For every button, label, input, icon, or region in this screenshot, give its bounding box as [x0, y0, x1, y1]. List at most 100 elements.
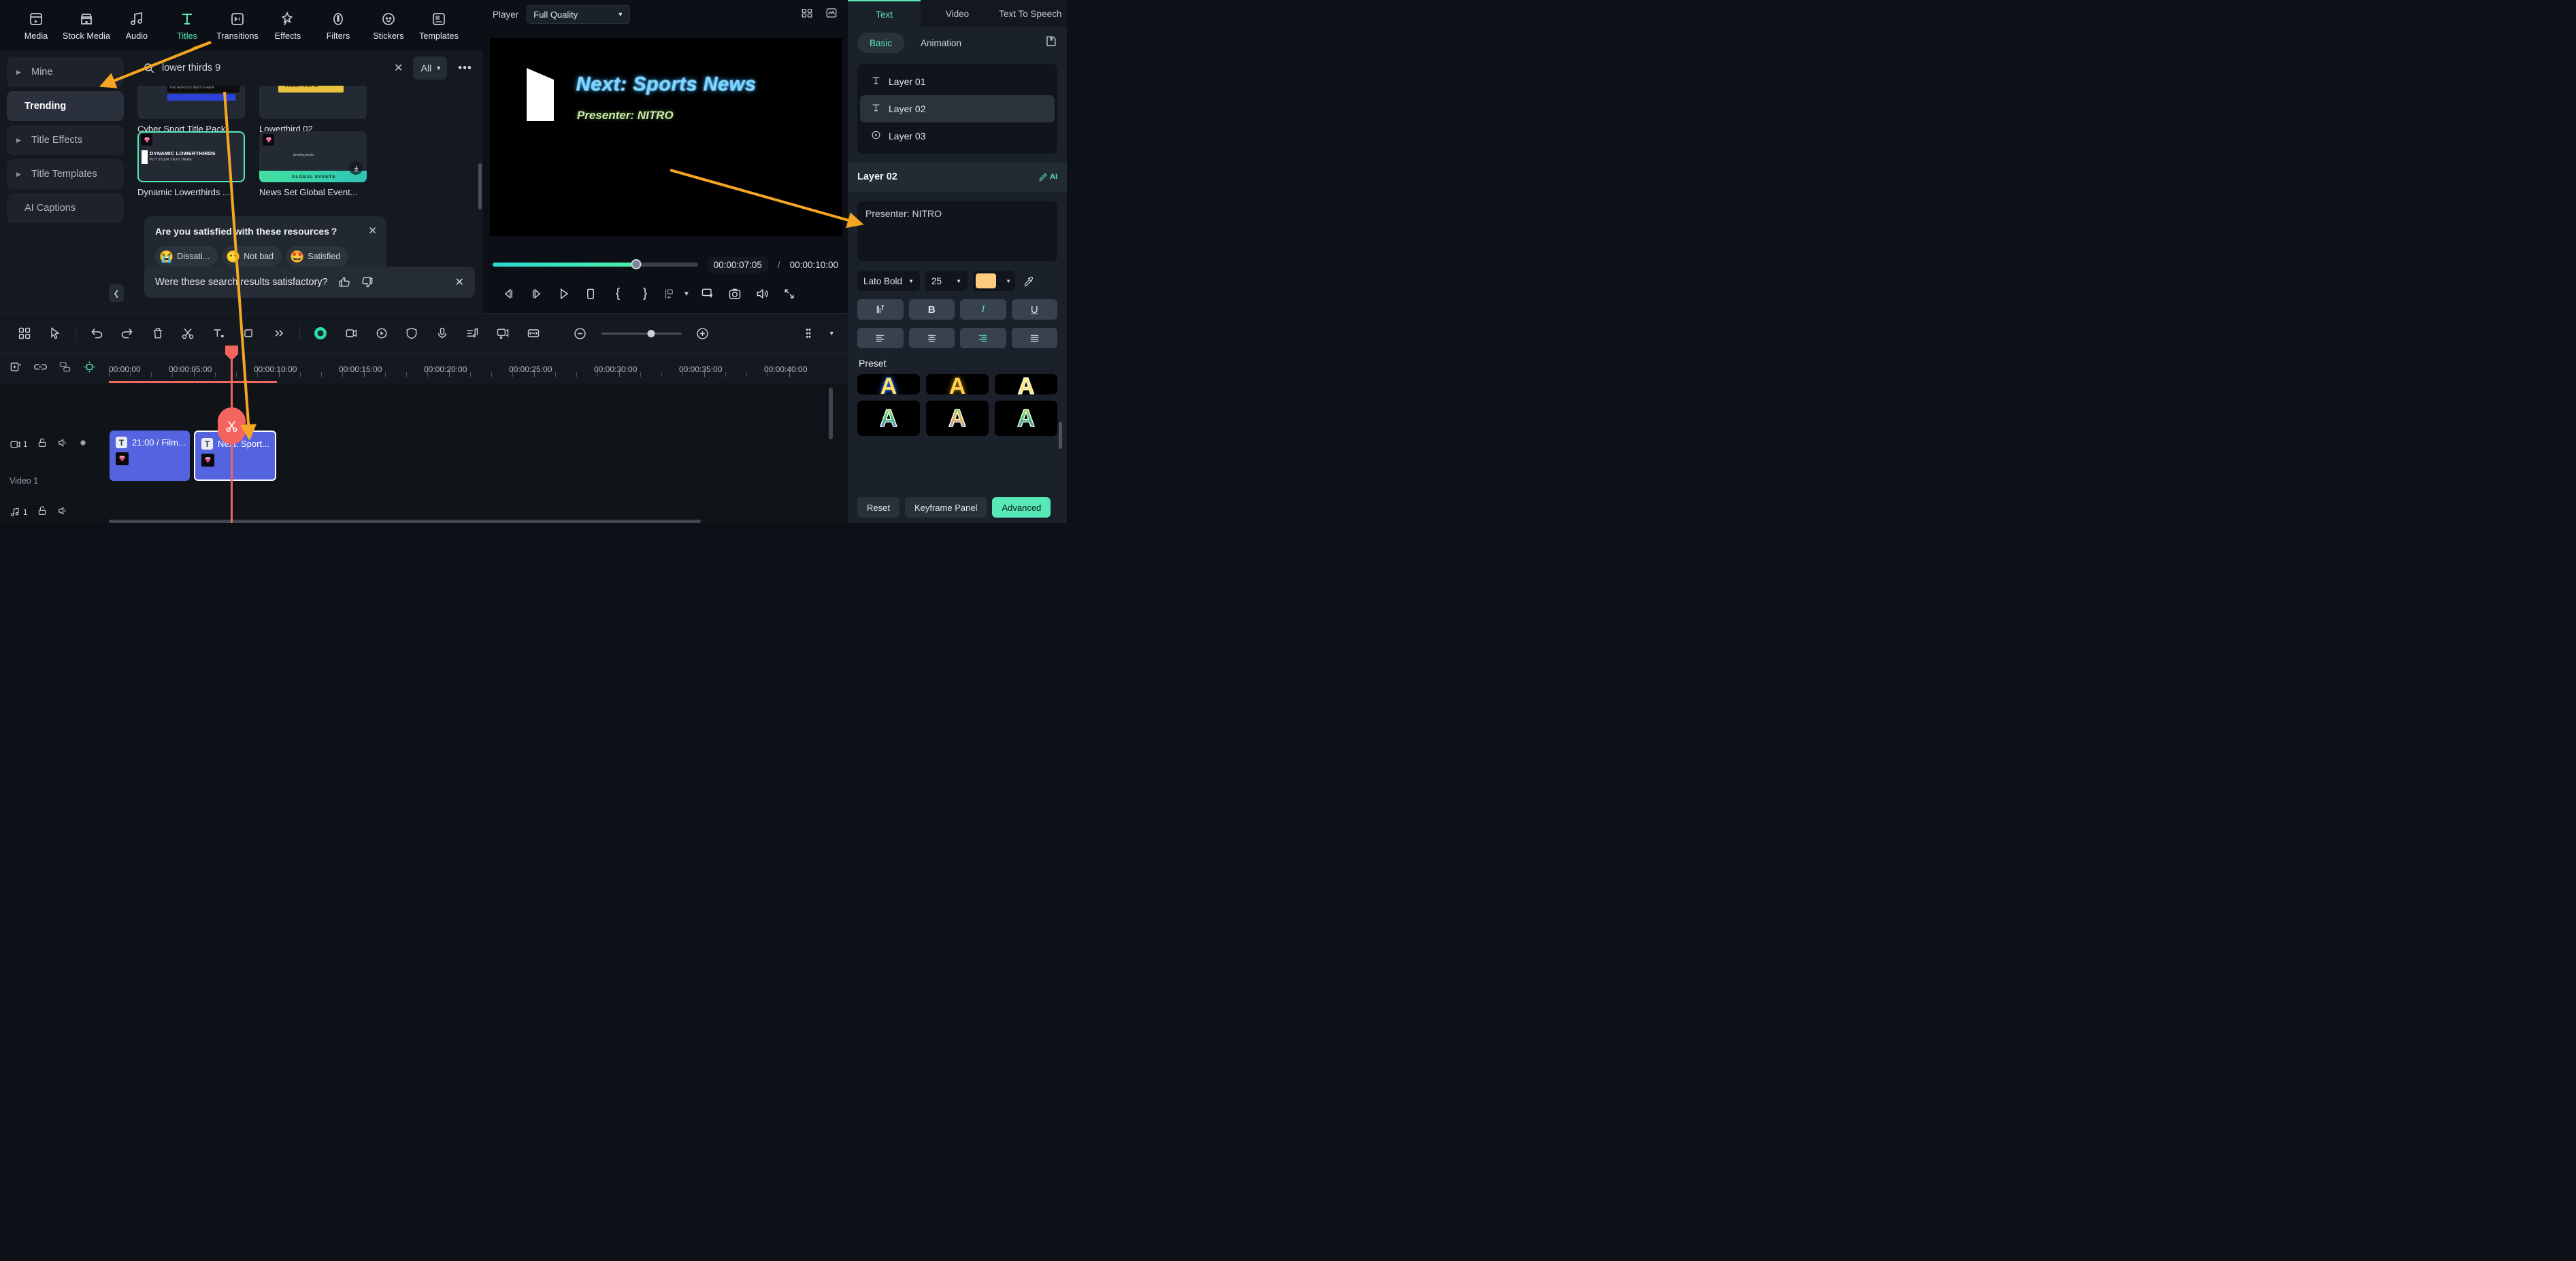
align-right-icon[interactable]	[960, 328, 1006, 348]
keyframe-icon[interactable]	[366, 320, 397, 347]
fullscreen-icon[interactable]	[776, 284, 803, 304]
group-clip-icon[interactable]	[59, 360, 71, 377]
preview-canvas[interactable]: Next: Sports News Presenter: NITRO	[490, 38, 842, 236]
save-preset-icon[interactable]	[1044, 35, 1057, 51]
cursor-select-icon[interactable]	[40, 320, 71, 347]
eye-icon[interactable]	[78, 437, 88, 452]
sidebar-item-title-templates[interactable]: ▶ Title Templates	[7, 159, 124, 189]
keyframe-panel-button[interactable]: Keyframe Panel	[904, 497, 987, 518]
download-button[interactable]	[349, 161, 363, 175]
nav-media[interactable]: Media	[12, 10, 60, 41]
result-thumbnail[interactable]: LOWERTHIRD 02	[259, 86, 367, 119]
result-card[interactable]: Breaking News GLOBAL EVENTS News Set Glo…	[259, 131, 367, 197]
result-card-selected[interactable]: DYNAMIC LOWERTHIRDS PUT YOUR TEXT HERE D…	[137, 131, 245, 197]
align-left-icon[interactable]	[857, 328, 904, 348]
thumbs-up-icon[interactable]	[337, 275, 351, 289]
more-chevrons-icon[interactable]	[264, 320, 295, 347]
preset-item[interactable]: A	[995, 374, 1057, 394]
waveform-icon[interactable]	[825, 7, 838, 22]
prev-frame-icon[interactable]	[495, 284, 523, 304]
color-match-icon[interactable]	[306, 320, 336, 347]
results-scrollbar[interactable]	[478, 163, 482, 209]
play-icon[interactable]	[550, 284, 577, 304]
crop-icon[interactable]	[233, 320, 264, 347]
seek-bar[interactable]	[493, 259, 698, 269]
add-track-icon[interactable]	[10, 360, 22, 377]
ai-edit-button[interactable]: AI	[1038, 172, 1057, 182]
subtab-basic[interactable]: Basic	[857, 33, 905, 53]
text-content-input[interactable]: Presenter: NITRO	[857, 201, 1057, 261]
chevron-down-icon[interactable]: ▼	[825, 320, 838, 347]
preset-item[interactable]: A	[857, 401, 920, 436]
feedback-option-not-bad[interactable]: 😶 Not bad	[222, 246, 282, 267]
link-clip-icon[interactable]	[34, 360, 47, 377]
track-manager-icon[interactable]	[795, 320, 825, 347]
next-frame-icon[interactable]	[523, 284, 550, 304]
mark-out-icon[interactable]: }	[631, 284, 659, 304]
undo-icon[interactable]	[82, 320, 112, 347]
nav-filters[interactable]: Filters	[314, 10, 362, 41]
voiceover-mic-icon[interactable]	[427, 320, 458, 347]
lock-open-icon[interactable]	[37, 505, 48, 520]
align-center-icon[interactable]	[908, 328, 955, 348]
volume-icon[interactable]	[57, 505, 68, 520]
zoom-out-icon[interactable]	[563, 320, 597, 347]
nav-stock-media[interactable]: Stock Media	[63, 10, 110, 41]
result-thumbnail[interactable]: THE WORLD'S BEST GAMER	[137, 86, 245, 119]
volume-icon[interactable]	[748, 284, 776, 304]
layer-item-02[interactable]: Layer 02	[860, 95, 1055, 122]
mask-shield-icon[interactable]	[397, 320, 427, 347]
grid-layout-icon[interactable]	[10, 320, 40, 347]
result-card[interactable]: LOWERTHIRD 02 Lowerthird 02	[259, 86, 367, 134]
sidebar-collapse-button[interactable]: ❮	[109, 284, 124, 302]
timeline-playhead[interactable]	[218, 346, 246, 523]
font-color-picker[interactable]: ▼	[973, 271, 1015, 291]
speed-ramp-icon[interactable]	[488, 320, 518, 347]
preset-item[interactable]: A	[926, 401, 989, 436]
lock-open-icon[interactable]	[37, 437, 48, 452]
font-size-dropdown[interactable]: 25 ▼	[925, 271, 968, 291]
layer-item-01[interactable]: Layer 01	[860, 68, 1055, 95]
advanced-button[interactable]: Advanced	[992, 497, 1051, 518]
underline-button[interactable]: U	[1011, 299, 1057, 320]
magnet-snap-icon[interactable]	[83, 360, 96, 377]
sidebar-item-title-effects[interactable]: ▶ Title Effects	[7, 125, 124, 155]
tab-video[interactable]: Video	[921, 0, 993, 27]
thumbs-down-icon[interactable]	[361, 275, 374, 289]
eyedropper-icon[interactable]	[1021, 275, 1036, 287]
result-thumbnail[interactable]: Breaking News GLOBAL EVENTS	[259, 131, 367, 182]
seek-handle[interactable]	[631, 259, 642, 269]
align-justify-icon[interactable]	[1011, 328, 1057, 348]
grid-view-icon[interactable]	[800, 7, 814, 22]
tab-text[interactable]: Text	[848, 0, 921, 27]
add-text-icon[interactable]	[203, 320, 233, 347]
nav-titles[interactable]: Titles	[163, 10, 211, 41]
vertical-text-icon[interactable]	[857, 299, 904, 320]
layer-item-03[interactable]: Layer 03	[860, 122, 1055, 150]
delete-icon[interactable]	[142, 320, 173, 347]
sidebar-item-trending[interactable]: Trending	[7, 91, 124, 121]
preset-item[interactable]: A	[926, 374, 989, 394]
feedback-close-button[interactable]: ✕	[368, 224, 377, 237]
split-marker-icon[interactable]	[659, 284, 679, 304]
search-clear-button[interactable]: ✕	[391, 61, 406, 75]
reset-button[interactable]: Reset	[857, 497, 899, 518]
timeline-ruler[interactable]: 00:00:00 00:00:05:00 00:00:10:00 00:00:1…	[109, 354, 848, 384]
redo-icon[interactable]	[112, 320, 143, 347]
satisfaction-close-button[interactable]: ✕	[455, 275, 464, 289]
screen-record-icon[interactable]	[694, 284, 721, 304]
zoom-slider-handle[interactable]	[647, 329, 655, 337]
timeline-vertical-scrollbar[interactable]	[829, 388, 833, 439]
nav-transitions[interactable]: Transitions	[214, 10, 261, 41]
result-card[interactable]: THE WORLD'S BEST GAMER Cyber Sport Title…	[137, 86, 245, 134]
result-thumbnail[interactable]: DYNAMIC LOWERTHIRDS PUT YOUR TEXT HERE	[137, 131, 245, 182]
subtab-animation[interactable]: Animation	[908, 33, 974, 53]
search-input[interactable]: lower thirds 9	[162, 63, 384, 73]
sidebar-item-ai-captions[interactable]: AI Captions	[7, 193, 124, 223]
zoom-in-icon[interactable]	[686, 320, 720, 347]
tab-text-to-speech[interactable]: Text To Speech	[994, 0, 1067, 27]
snapshot-icon[interactable]	[721, 284, 748, 304]
preset-item[interactable]: A	[995, 401, 1057, 436]
zoom-slider[interactable]	[601, 329, 682, 337]
timeline-horizontal-scrollbar[interactable]	[109, 520, 701, 523]
